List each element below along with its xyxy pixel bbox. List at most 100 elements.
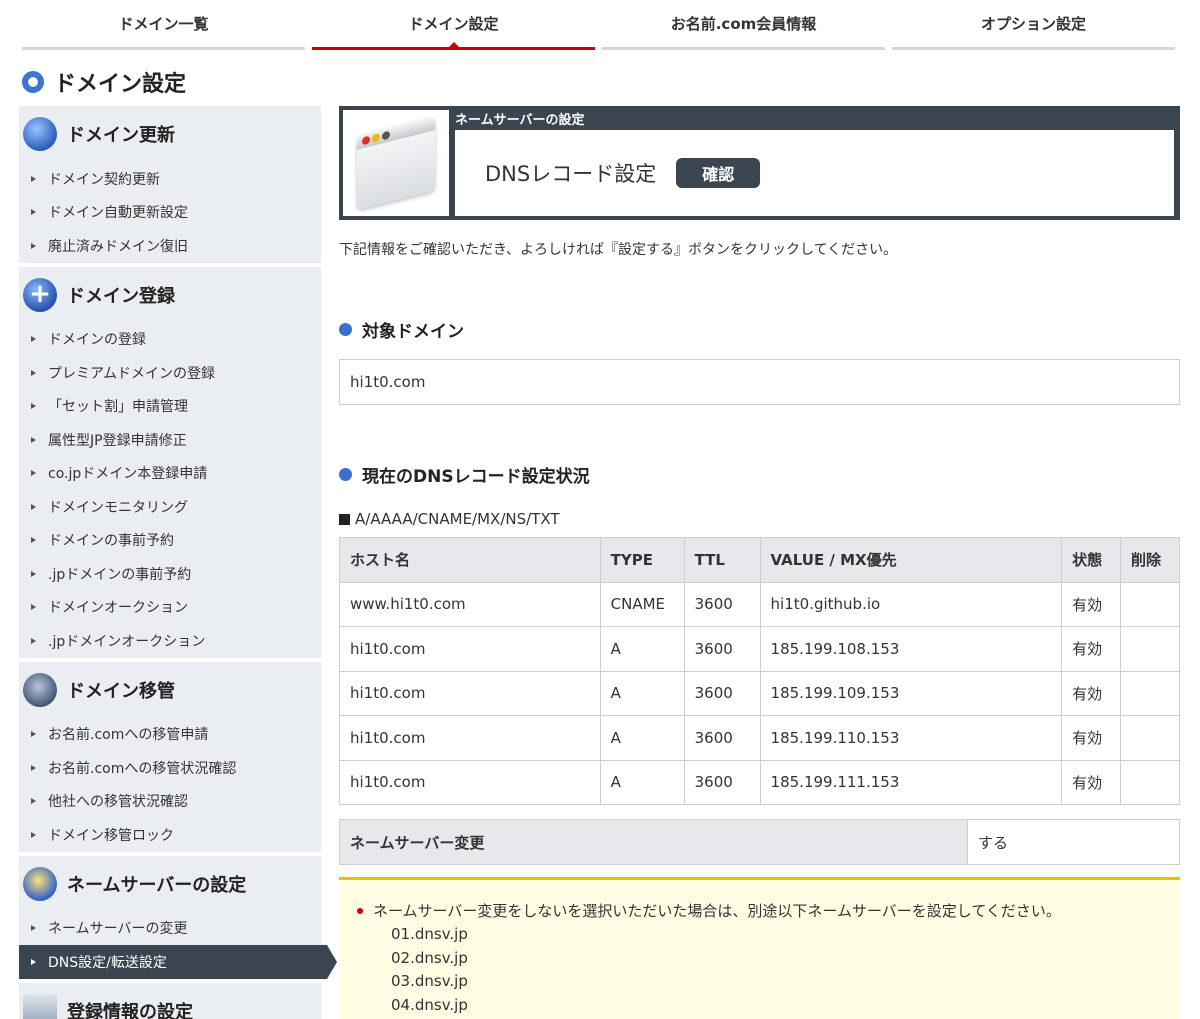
renew-icon: [23, 117, 57, 151]
sidebar-item-label: 廃止済みドメイン復旧: [48, 238, 188, 255]
sidebar-item-set-discount[interactable]: 「セット割」申請管理: [19, 390, 321, 424]
bullet-arrow-icon: [31, 831, 36, 838]
sidebar-section-registration-info: 登録情報の設定: [19, 982, 321, 1019]
bullet-arrow-icon: [31, 764, 36, 771]
sidebar-item-label: ドメイン契約更新: [48, 171, 160, 188]
tab-member-info[interactable]: お名前.com会員情報: [602, 0, 885, 50]
cell-value: 185.199.111.153: [759, 759, 1063, 805]
sidebar-item-transfer-request[interactable]: お名前.comへの移管申請: [19, 718, 321, 752]
window-titlebar: [357, 116, 435, 150]
sidebar-item-monitoring[interactable]: ドメインモニタリング: [19, 490, 321, 524]
sidebar-item-label: ドメイン自動更新設定: [48, 205, 188, 222]
dns-status-title: 現在のDNSレコード設定状況: [362, 467, 590, 487]
bullet-arrow-icon: [31, 336, 36, 343]
sidebar-item-label: プレミアムドメインの登録: [48, 365, 216, 382]
intro-text: 下記情報をご確認いただき、よろしければ『設定する』ボタンをクリックしてください。: [339, 242, 898, 258]
nameserver-icon: [23, 866, 57, 901]
column-header-status: 状態: [1061, 537, 1122, 583]
cell-status: 有効: [1061, 581, 1122, 627]
sidebar: ドメイン更新 ドメイン契約更新 ドメイン自動更新設定 廃止済みドメイン復旧 + …: [19, 106, 337, 1019]
sidebar-section-nameserver: ネームサーバーの設定 ネームサーバーの変更 DNS設定/転送設定: [19, 855, 337, 979]
target-domain-title: 対象ドメイン: [362, 322, 464, 342]
sidebar-item-auto-renewal[interactable]: ドメイン自動更新設定: [19, 196, 321, 230]
record-types-text: A/AAAA/CNAME/MX/NS/TXT: [355, 510, 560, 528]
cell-ttl: 3600: [683, 626, 761, 672]
sidebar-section-title: ドメイン移管: [67, 680, 175, 702]
dns-status-heading: 現在のDNSレコード設定状況: [339, 462, 590, 487]
nameserver-change-value: する: [967, 819, 1180, 865]
sidebar-item-label: .jpドメインオークション: [48, 633, 206, 650]
record-types-label: A/AAAA/CNAME/MX/NS/TXT: [339, 510, 560, 528]
header-inner: DNSレコード設定 確認: [455, 130, 1174, 216]
close-dot-icon: [362, 135, 370, 146]
cell-status: 有効: [1061, 759, 1122, 805]
sidebar-item-auction[interactable]: ドメインオークション: [19, 591, 321, 625]
notice-text: ネームサーバー変更をしないを選択いただいた場合は、別途以下ネームサーバーを設定し…: [373, 902, 1061, 920]
sidebar-item-label: .jpドメインの事前予約: [48, 566, 192, 583]
cell-type: A: [599, 626, 685, 672]
table-row: hi1t0.com A 3600 185.199.111.153 有効: [339, 759, 1180, 805]
column-header-value: VALUE / MX優先: [759, 537, 1063, 583]
window-graphic: [357, 116, 435, 210]
cell-type: A: [599, 759, 685, 805]
sidebar-item-label: ドメインオークション: [48, 600, 188, 617]
sidebar-item-transfer-lock[interactable]: ドメイン移管ロック: [19, 818, 321, 852]
cell-type: A: [599, 715, 685, 761]
bullet-arrow-icon: [31, 637, 36, 644]
bullet-arrow-icon: [31, 403, 36, 410]
bullet-arrow-icon: [31, 209, 36, 216]
dns-records-table: ホスト名 TYPE TTL VALUE / MX優先 状態 削除 www.hi1…: [339, 537, 1180, 805]
square-bullet-icon: [339, 513, 350, 525]
header-label: ネームサーバーの設定: [455, 113, 585, 128]
sidebar-section-renew: ドメイン更新 ドメイン契約更新 ドメイン自動更新設定 廃止済みドメイン復旧: [19, 106, 321, 263]
sidebar-item-label: ドメインの登録: [48, 332, 146, 349]
cell-status: 有効: [1061, 670, 1122, 716]
page-title: ドメイン設定: [22, 66, 186, 98]
header-title: DNSレコード設定: [485, 162, 657, 186]
sidebar-item-jp-pre-reservation[interactable]: .jpドメインの事前予約: [19, 557, 321, 591]
sidebar-item-transfer-status[interactable]: お名前.comへの移管状況確認: [19, 751, 321, 785]
list-item: 01.dnsv.jp: [391, 925, 468, 943]
sidebar-section-title: 登録情報の設定: [67, 1001, 193, 1019]
sidebar-item-label: ドメイン移管ロック: [48, 827, 174, 844]
sidebar-item-dns-settings[interactable]: DNS設定/転送設定: [19, 945, 337, 979]
sidebar-item-outbound-transfer-status[interactable]: 他社への移管状況確認: [19, 785, 321, 819]
nameserver-list: 01.dnsv.jp 02.dnsv.jp 03.dnsv.jp 04.dnsv…: [357, 923, 1160, 1017]
confirm-badge: 確認: [676, 158, 761, 188]
nameserver-change-label: ネームサーバー変更: [339, 819, 968, 865]
sidebar-item-restore-domain[interactable]: 廃止済みドメイン復旧: [19, 229, 321, 263]
sidebar-section-header: ドメイン更新: [19, 106, 321, 162]
column-header-delete: 削除: [1120, 537, 1180, 583]
sidebar-item-nameserver-change[interactable]: ネームサーバーの変更: [19, 912, 321, 946]
bullet-arrow-icon: [31, 731, 36, 738]
bullet-dot-icon: [339, 323, 352, 336]
page-title-text: ドメイン設定: [54, 72, 187, 97]
notice-line: ネームサーバー変更をしないを選択いただいた場合は、別途以下ネームサーバーを設定し…: [357, 900, 1160, 921]
cell-host: hi1t0.com: [339, 670, 601, 716]
sidebar-item-premium-register[interactable]: プレミアムドメインの登録: [19, 356, 321, 390]
sidebar-item-label: 他社への移管状況確認: [48, 794, 188, 811]
header-box: ネームサーバーの設定 DNSレコード設定 確認: [339, 106, 1180, 220]
tab-option-settings[interactable]: オプション設定: [892, 0, 1175, 50]
cell-delete: [1120, 715, 1180, 761]
tab-domain-list[interactable]: ドメイン一覧: [22, 0, 305, 50]
cell-status: 有効: [1061, 626, 1122, 672]
list-item: 03.dnsv.jp: [391, 972, 468, 990]
cell-delete: [1120, 626, 1180, 672]
cell-delete: [1120, 670, 1180, 716]
sidebar-item-cojp-register[interactable]: co.jpドメイン本登録申請: [19, 457, 321, 491]
sidebar-item-label: 「セット割」申請管理: [48, 399, 188, 416]
cell-ttl: 3600: [683, 759, 761, 805]
bullet-dot-icon: [339, 468, 352, 481]
bullet-arrow-icon: [31, 798, 36, 805]
transfer-icon: [23, 672, 57, 707]
tab-domain-settings[interactable]: ドメイン設定: [312, 0, 595, 50]
sidebar-item-jp-auction[interactable]: .jpドメインオークション: [19, 624, 321, 658]
sidebar-item-contract-renewal[interactable]: ドメイン契約更新: [19, 162, 321, 196]
sidebar-item-pre-reservation[interactable]: ドメインの事前予約: [19, 524, 321, 558]
cell-host: hi1t0.com: [339, 715, 601, 761]
red-bullet-icon: [357, 907, 363, 914]
sidebar-item-domain-register[interactable]: ドメインの登録: [19, 323, 321, 357]
sidebar-item-jp-attribute[interactable]: 属性型JP登録申請修正: [19, 423, 321, 457]
column-header-host: ホスト名: [339, 537, 601, 583]
